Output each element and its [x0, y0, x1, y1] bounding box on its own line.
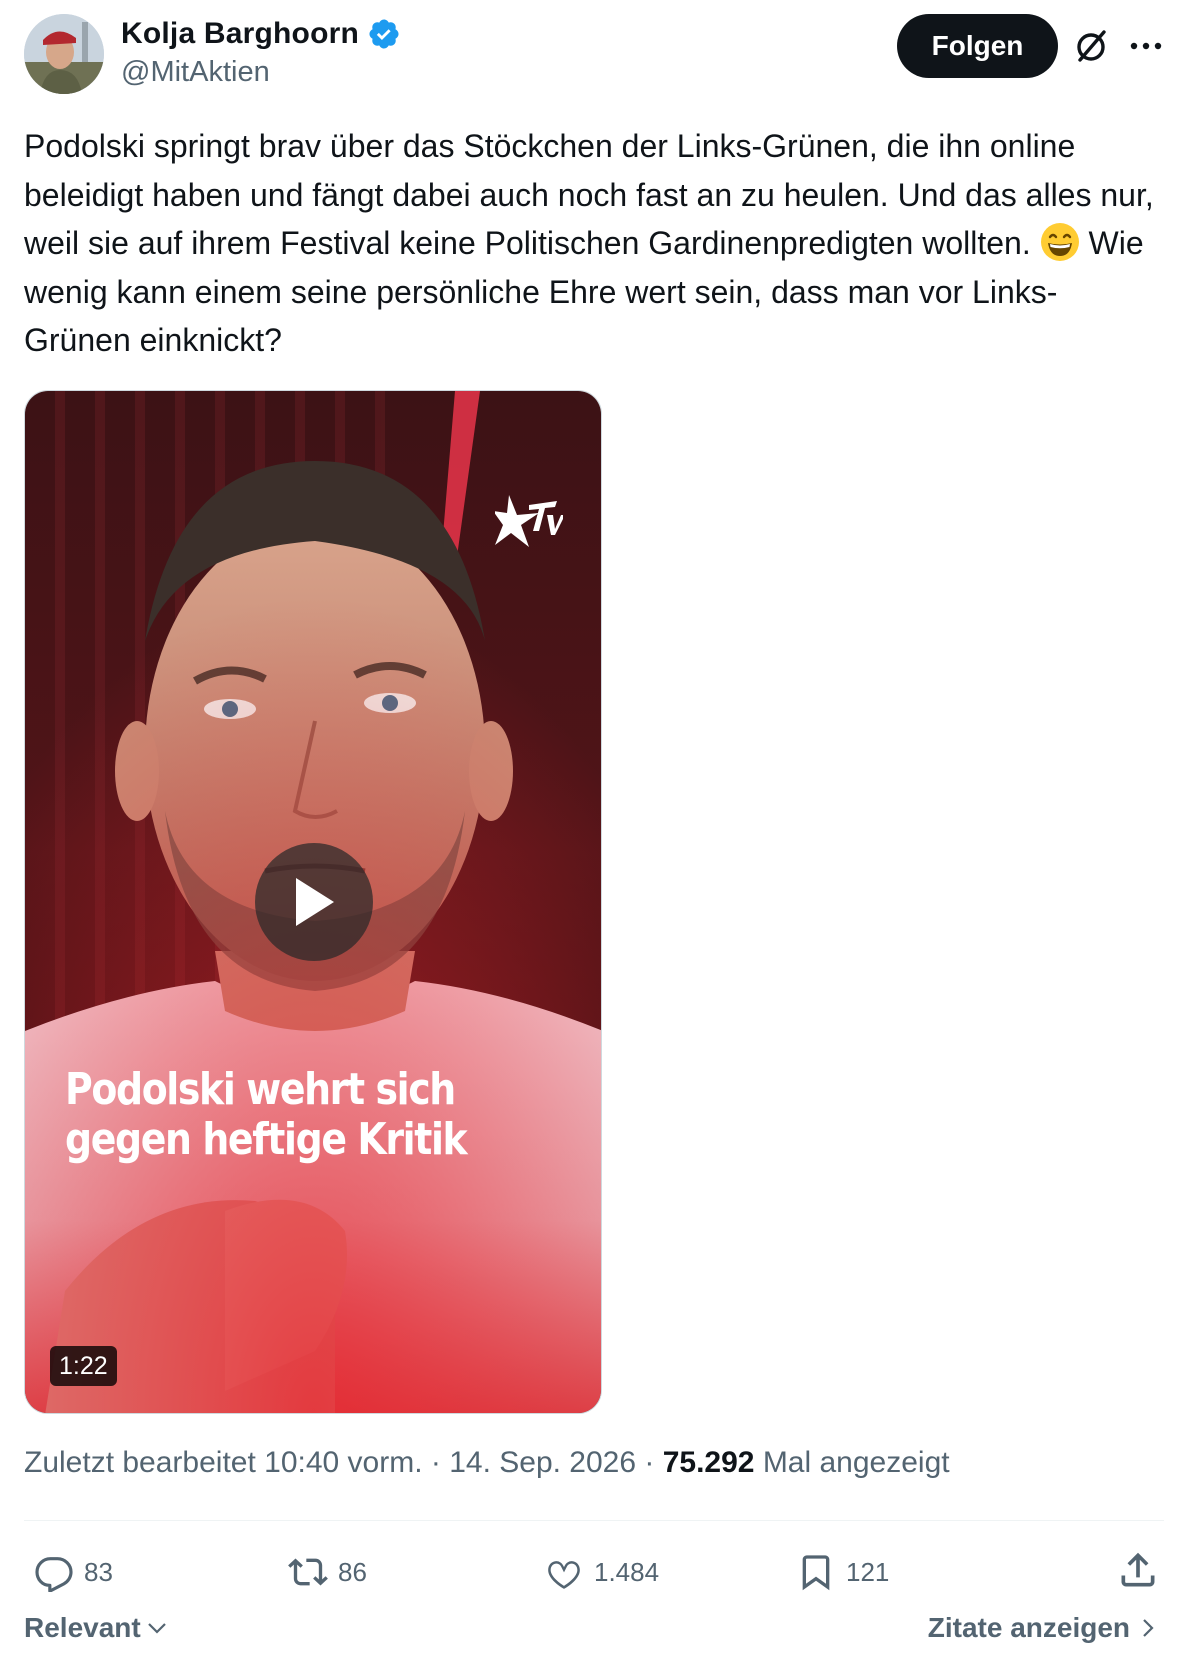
chevron-right-icon [1143, 1619, 1154, 1637]
grok-icon[interactable] [1071, 26, 1111, 66]
video-caption: Podolski wehrt sich gegen heftige Kritik [65, 1065, 495, 1165]
views-count: 75.292 [662, 1446, 755, 1479]
view-quotes-link[interactable]: Zitate anzeigen [928, 1612, 1160, 1644]
more-icon[interactable] [1128, 30, 1164, 62]
play-icon [296, 878, 334, 926]
bookmark-count: 121 [846, 1556, 890, 1587]
meta-separator: · [422, 1446, 450, 1479]
grinning-face-emoji-icon [1040, 223, 1079, 261]
repost-count: 86 [338, 1556, 367, 1587]
author-name[interactable]: Kolja Barghoorn [121, 17, 359, 51]
author-handle[interactable]: @MitAktien [121, 56, 270, 89]
author-name-row[interactable]: Kolja Barghoorn [121, 14, 401, 54]
bookmark-button[interactable]: 121 [796, 1548, 889, 1596]
bookmark-icon [802, 1555, 830, 1591]
divider [24, 1520, 1164, 1521]
reply-button[interactable]: 83 [34, 1548, 113, 1596]
play-button[interactable] [255, 843, 373, 961]
repost-button[interactable]: 86 [288, 1548, 367, 1596]
avatar-image [24, 14, 104, 94]
heart-icon [548, 1561, 580, 1589]
sort-label: Relevant [24, 1612, 141, 1643]
video-duration: 1:22 [50, 1346, 117, 1386]
verified-badge-icon [369, 19, 399, 49]
follow-button[interactable]: Folgen [897, 14, 1058, 78]
tweet-meta: Zuletzt bearbeitet 10:40 vorm. · 14. Sep… [24, 1446, 950, 1480]
views-label: Mal angezeigt [754, 1446, 950, 1479]
edited-label[interactable]: Zuletzt bearbeitet 10:40 vorm. [24, 1446, 423, 1479]
video-caption-line2: gegen heftige Kritik [65, 1114, 468, 1165]
like-button[interactable]: 1.484 [544, 1548, 659, 1596]
repost-icon [288, 1558, 328, 1586]
reply-count: 83 [84, 1556, 113, 1587]
chevron-down-icon [147, 1623, 166, 1634]
stern-tv-logo-icon [495, 495, 563, 547]
avatar[interactable] [24, 14, 104, 94]
reply-icon [35, 1557, 73, 1592]
quotes-label: Zitate anzeigen [927, 1612, 1130, 1643]
video-player[interactable]: Podolski wehrt sich gegen heftige Kritik… [24, 390, 602, 1414]
like-count: 1.484 [594, 1556, 660, 1587]
tweet-page: Kolja Barghoorn @MitAktien Folgen Podols… [0, 0, 1184, 1658]
sort-relevant-button[interactable]: Relevant [24, 1612, 169, 1644]
tweet-text: Podolski springt brav über das Stöckchen… [24, 122, 1164, 365]
tweet-text-part1: Podolski springt brav über das Stöckchen… [24, 128, 1163, 261]
tweet-date[interactable]: 14. Sep. 2026 [449, 1446, 636, 1479]
meta-separator: · [636, 1446, 663, 1479]
share-icon[interactable] [1116, 1548, 1160, 1592]
video-caption-line1: Podolski wehrt sich [65, 1064, 456, 1115]
